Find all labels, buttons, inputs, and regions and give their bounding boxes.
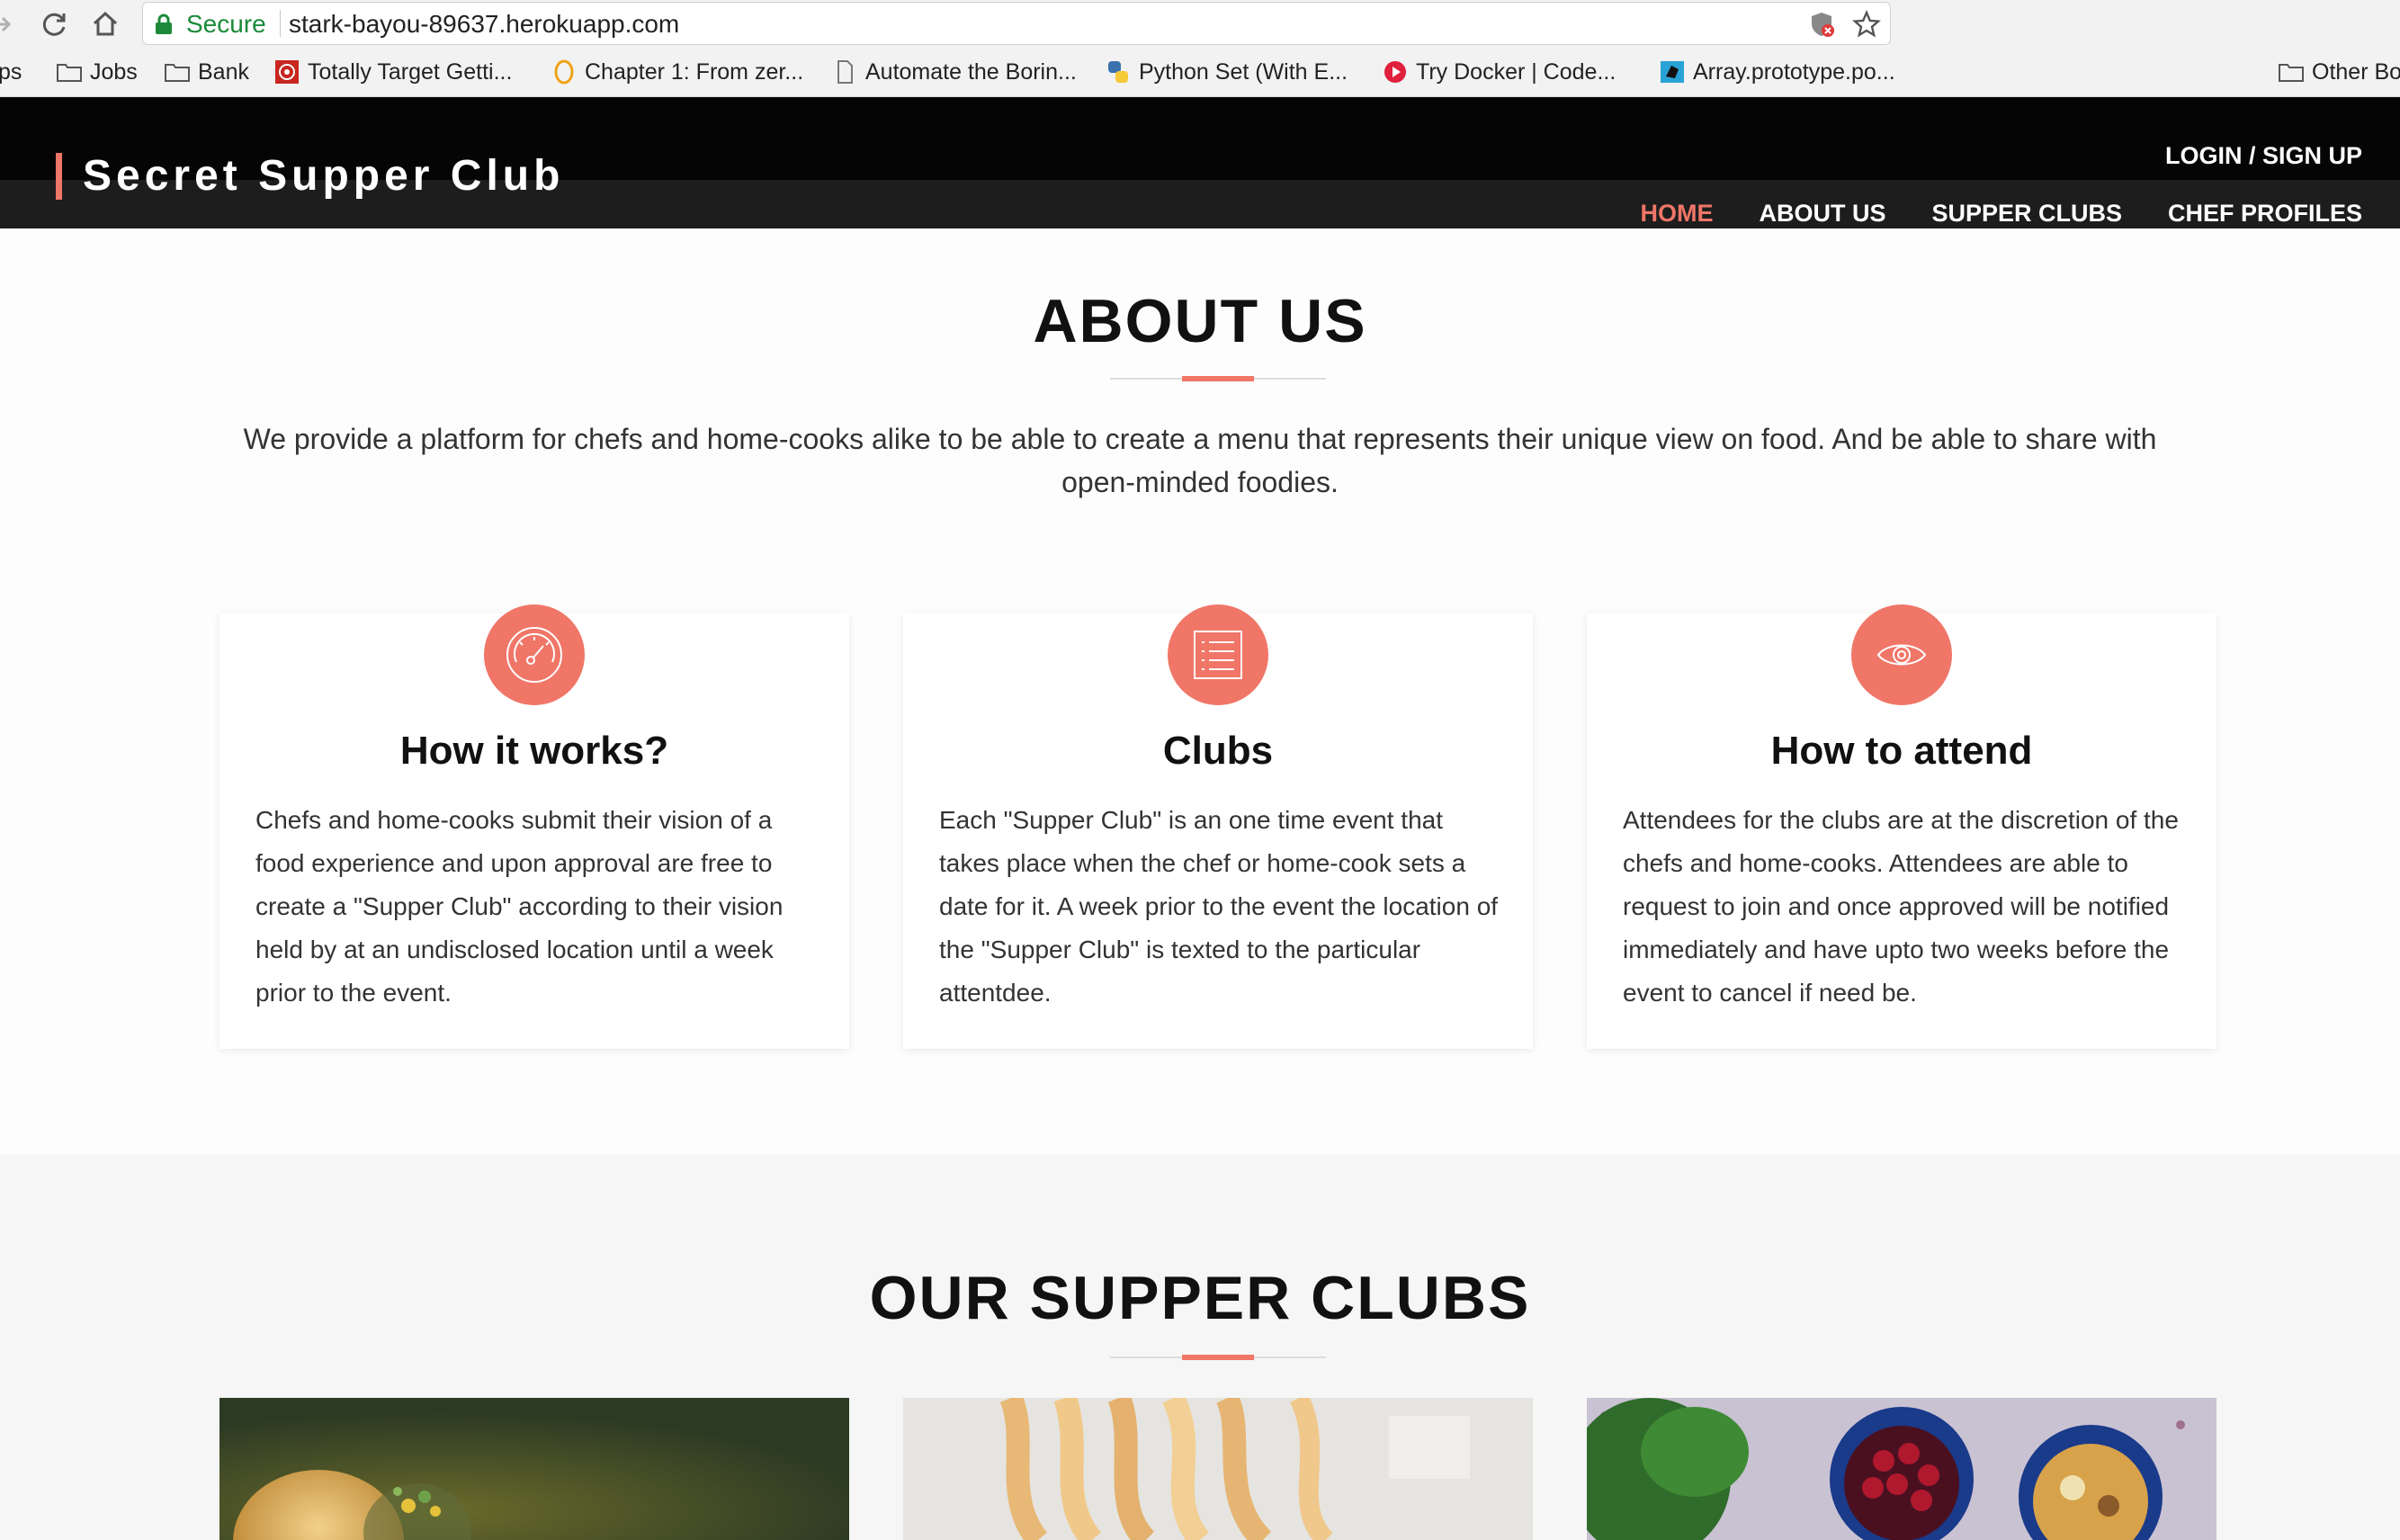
card-text: Each "Supper Club" is an one time event … [939,806,1499,1007]
supper-club-image-2[interactable] [903,1398,1533,1540]
card-icon-badge [1851,604,1952,705]
python-favicon-icon [1108,61,1128,83]
card-title: How it works? [399,729,669,773]
about-divider [1110,376,1326,381]
card-title: How to attend [1770,729,2033,773]
folder-icon [165,64,190,82]
card-title: Clubs [1162,729,1274,773]
home-icon [93,11,118,36]
divider-accent [1182,1355,1254,1360]
ring-favicon-icon [554,59,574,85]
food-photo-cherries-and-greens [1587,1398,2216,1540]
star-icon[interactable] [1852,10,1881,39]
bookmark-try-docker[interactable]: Try Docker | Code... [1382,58,1616,86]
speedometer-icon [506,627,562,683]
bookmark-chapter-1[interactable]: Chapter 1: From zer... [551,58,803,86]
card-how-it-works: How it works? Chefs and home-cooks submi… [219,604,849,1049]
browser-toolbar: Secure stark-bayou-89637.herokuapp.com [0,0,2400,49]
clubs-title: OUR SUPPER CLUBS [869,1264,1531,1332]
card-how-to-attend: How to attend Attendees for the clubs ar… [1587,604,2216,1049]
url-text[interactable]: stark-bayou-89637.herokuapp.com [289,10,679,39]
secure-label: Secure [186,10,266,38]
bookmarks-bar: ps Jobs Bank Totally Target Getti... Cha… [0,49,2400,97]
about-title: ABOUT US [1033,287,1367,355]
nav-home[interactable]: HOME [1640,200,1713,228]
food-photo-pasta [903,1398,1533,1540]
home-button[interactable] [90,9,121,40]
target-favicon-icon [275,60,299,84]
folder-icon [57,64,82,82]
supper-clubs-section: OUR SUPPER CLUBS [0,1155,2400,1540]
mdn-favicon-icon [1661,61,1684,83]
food-photo-pani-puri [219,1398,849,1540]
lock-icon [156,13,172,34]
bookmark-python-set[interactable]: Python Set (With E... [1105,58,1348,86]
login-signup-link[interactable]: LOGIN / SIGN UP [2165,142,2362,170]
arrow-right-icon [0,16,12,32]
forward-button[interactable] [0,9,16,40]
url-separator [280,10,281,37]
nav-supper-clubs[interactable]: SUPPER CLUBS [1931,200,2122,228]
bookmark-apps[interactable]: ps [0,58,22,86]
bookmark-jobs[interactable]: Jobs [56,58,138,86]
page-icon [837,60,853,84]
reload-button[interactable] [40,9,70,40]
divider-accent [1182,376,1254,381]
bookmark-automate[interactable]: Automate the Borin... [831,58,1077,86]
site-header: Secret Supper Club LOGIN / SIGN UP HOME … [0,97,2400,228]
card-text: Chefs and home-cooks submit their vision… [255,806,784,1007]
clubs-divider [1110,1355,1326,1360]
card-text: Attendees for the clubs are at the discr… [1623,806,2179,1007]
folder-icon [2279,64,2304,82]
play-favicon-icon [1384,61,1406,83]
about-description: We provide a platform for chefs and home… [243,423,2157,498]
bookmark-other-bookmarks[interactable]: Other Bo [2278,58,2400,86]
supper-club-image-1[interactable] [219,1398,849,1540]
brand-accent-bar [56,153,62,200]
blocked-content-icon[interactable] [1807,10,1836,39]
supper-club-image-3[interactable] [1587,1398,2216,1540]
reload-icon [42,13,66,36]
main-nav: HOME ABOUT US SUPPER CLUBS CHEF PROFILES [1640,200,2362,228]
nav-chef-profiles[interactable]: CHEF PROFILES [2168,200,2362,228]
bookmark-array-prototype[interactable]: Array.prototype.po... [1659,58,1895,86]
eye-icon [1876,644,1927,666]
address-bar[interactable]: Secure stark-bayou-89637.herokuapp.com [142,2,1891,45]
card-clubs: Clubs Each "Supper Club" is an one time … [903,604,1533,1049]
nav-about-us[interactable]: ABOUT US [1759,200,1885,228]
card-icon-badge [1168,604,1268,705]
bookmark-totally-target[interactable]: Totally Target Getti... [273,58,512,86]
list-icon [1194,631,1242,679]
bookmark-bank[interactable]: Bank [164,58,249,86]
card-icon-badge [484,604,585,705]
brand-logo[interactable]: Secret Supper Club [83,151,564,201]
